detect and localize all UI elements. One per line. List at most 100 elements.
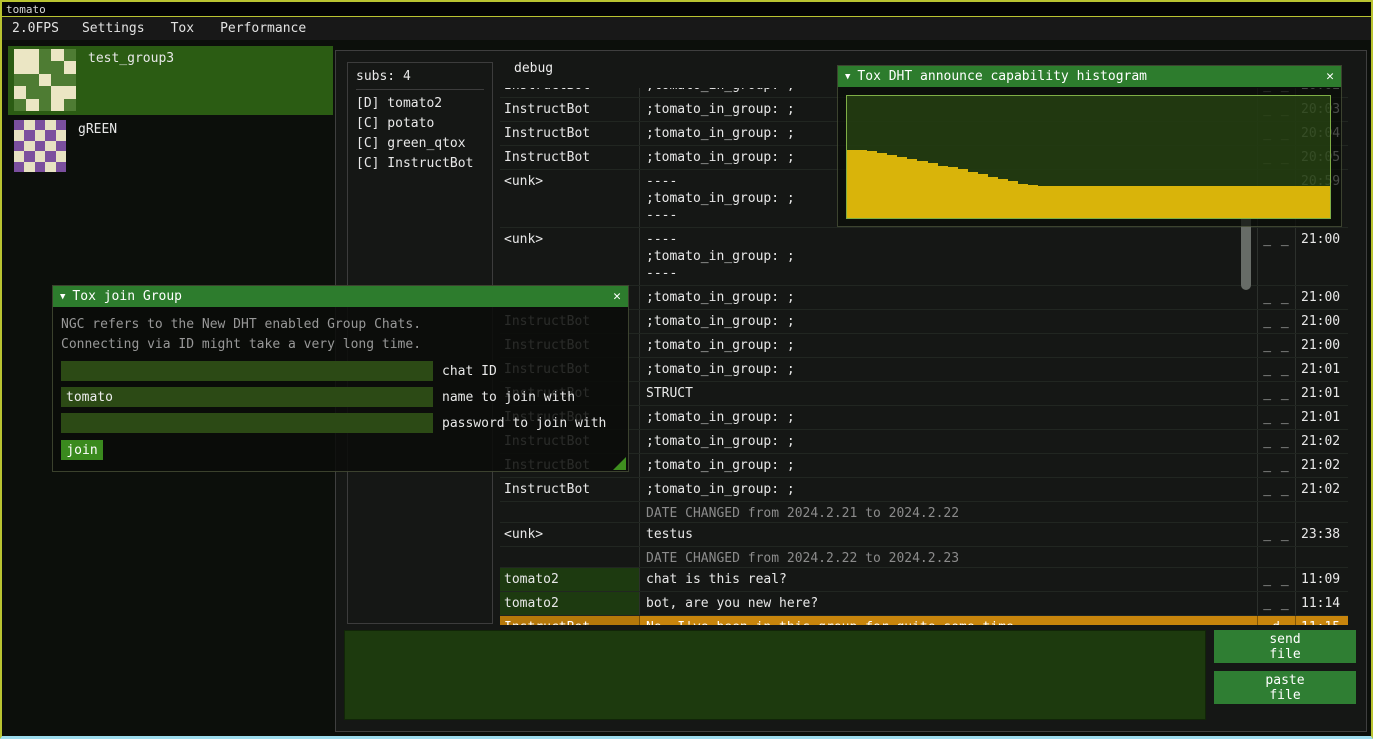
histogram-bar (1129, 186, 1139, 218)
dht-histogram-window: ▼ Tox DHT announce capability histogram … (837, 65, 1342, 227)
histogram-bar (1239, 186, 1249, 218)
join-button[interactable]: join (61, 440, 103, 460)
paste-file-button[interactable]: paste file (1214, 671, 1356, 704)
menu-items: SettingsToxPerformance (69, 21, 319, 36)
message-text: ;tomato_in_group: ; (640, 406, 1258, 429)
histogram-bar (1078, 186, 1088, 218)
message-time: 21:01 (1296, 382, 1348, 405)
join-name-row: name to join with (61, 387, 620, 407)
message-sender: InstructBot (500, 478, 640, 501)
histogram-plot (846, 95, 1331, 219)
message-sender: <unk> (500, 170, 640, 227)
histogram-bar (877, 153, 887, 218)
histogram-bar (948, 167, 958, 218)
histogram-bar (867, 151, 877, 218)
join-password-label: password to join with (442, 416, 606, 431)
message-text: ;tomato_in_group: ; (640, 478, 1258, 501)
histogram-bar (1008, 181, 1018, 218)
chat-id-input[interactable] (61, 361, 433, 381)
fps-counter: 2.0FPS (2, 21, 69, 36)
message-text: ;tomato_in_group: ; (640, 358, 1258, 381)
message-row[interactable]: InstructBotNo, I've been in this group f… (500, 616, 1348, 625)
histogram-bar (1149, 186, 1159, 218)
histogram-bar (1048, 186, 1058, 218)
histogram-bar (1018, 184, 1028, 218)
close-icon[interactable]: ✕ (613, 289, 621, 304)
histogram-bar (1300, 186, 1310, 218)
message-row[interactable]: InstructBot;tomato_in_group: ;_ _21:02 (500, 478, 1348, 502)
group-name-label: gREEN (78, 120, 117, 172)
join-group-title: Tox join Group (72, 289, 182, 304)
message-status: _ _ (1258, 310, 1296, 333)
subs-count-label: subs: 4 (356, 69, 484, 84)
message-time: 11:15 (1296, 616, 1348, 625)
histogram-bar (1260, 186, 1270, 218)
resize-grip[interactable] (613, 457, 626, 470)
member-list-item[interactable]: [C] InstructBot (356, 154, 484, 174)
message-time: 11:14 (1296, 592, 1348, 615)
message-text: testus (640, 523, 1258, 546)
message-sender (500, 547, 640, 567)
menu-item-tox[interactable]: Tox (158, 21, 207, 36)
histogram-bar (1038, 186, 1048, 218)
sidebar-group-gREEN[interactable]: gREEN (8, 117, 333, 175)
join-password-row: password to join with (61, 413, 620, 433)
message-time: 21:00 (1296, 334, 1348, 357)
histogram-bar (998, 179, 1008, 218)
histogram-bar (1159, 186, 1169, 218)
message-time (1296, 502, 1348, 522)
histogram-bar (1189, 186, 1199, 218)
menu-item-performance[interactable]: Performance (207, 21, 319, 36)
member-list-item[interactable]: [D] tomato2 (356, 94, 484, 114)
join-name-input[interactable] (61, 387, 433, 407)
join-group-titlebar[interactable]: ▼ Tox join Group ✕ (53, 286, 628, 307)
histogram-bar (847, 150, 857, 218)
message-sender: InstructBot (500, 98, 640, 121)
message-status: _ _ (1258, 228, 1296, 285)
group-avatar (14, 120, 66, 172)
message-input[interactable] (344, 630, 1206, 720)
message-status: _ _ (1258, 478, 1296, 501)
message-status: _ _ (1258, 592, 1296, 615)
histogram-bar (1250, 186, 1260, 218)
message-row[interactable]: tomato2bot, are you new here?_ _11:14 (500, 592, 1348, 616)
histogram-bar (1209, 186, 1219, 218)
member-list-item[interactable]: [C] green_qtox (356, 134, 484, 154)
message-time (1296, 547, 1348, 567)
message-time: 21:02 (1296, 454, 1348, 477)
chat-id-label: chat ID (442, 364, 497, 379)
system-message-row[interactable]: DATE CHANGED from 2024.2.22 to 2024.2.23 (500, 547, 1348, 568)
message-row[interactable]: <unk>---- ;tomato_in_group: ; ----_ _21:… (500, 228, 1348, 286)
join-hint-line2: Connecting via ID might take a very long… (61, 335, 620, 355)
histogram-bar (1068, 186, 1078, 218)
message-text: bot, are you new here? (640, 592, 1258, 615)
close-icon[interactable]: ✕ (1326, 69, 1334, 84)
histogram-bar (887, 155, 897, 218)
histogram-bar (1229, 186, 1239, 218)
histogram-bar (1290, 186, 1300, 218)
dht-histogram-titlebar[interactable]: ▼ Tox DHT announce capability histogram … (838, 66, 1341, 87)
message-row[interactable]: tomato2chat is this real?_ _11:09 (500, 568, 1348, 592)
histogram-bar (978, 174, 988, 218)
collapse-arrow-icon[interactable]: ▼ (60, 292, 65, 302)
histogram-bar (1199, 186, 1209, 218)
message-time: 11:09 (1296, 568, 1348, 591)
collapse-arrow-icon[interactable]: ▼ (845, 72, 850, 82)
sidebar-group-test_group3[interactable]: test_group3 (8, 46, 333, 115)
message-sender (500, 502, 640, 522)
message-row[interactable]: <unk>testus_ _23:38 (500, 523, 1348, 547)
send-file-button[interactable]: send file (1214, 630, 1356, 663)
message-status: _ _ (1258, 523, 1296, 546)
join-group-window: ▼ Tox join Group ✕ NGC refers to the New… (52, 285, 629, 472)
message-sender: tomato2 (500, 568, 640, 591)
message-time: 21:01 (1296, 358, 1348, 381)
menu-item-settings[interactable]: Settings (69, 21, 158, 36)
message-sender: InstructBot (500, 122, 640, 145)
histogram-bar (1139, 186, 1149, 218)
histogram-bar (1219, 186, 1229, 218)
member-list-item[interactable]: [C] potato (356, 114, 484, 134)
join-password-input[interactable] (61, 413, 433, 433)
message-time: 21:00 (1296, 228, 1348, 285)
system-message-row[interactable]: DATE CHANGED from 2024.2.21 to 2024.2.22 (500, 502, 1348, 523)
message-time: 21:00 (1296, 310, 1348, 333)
